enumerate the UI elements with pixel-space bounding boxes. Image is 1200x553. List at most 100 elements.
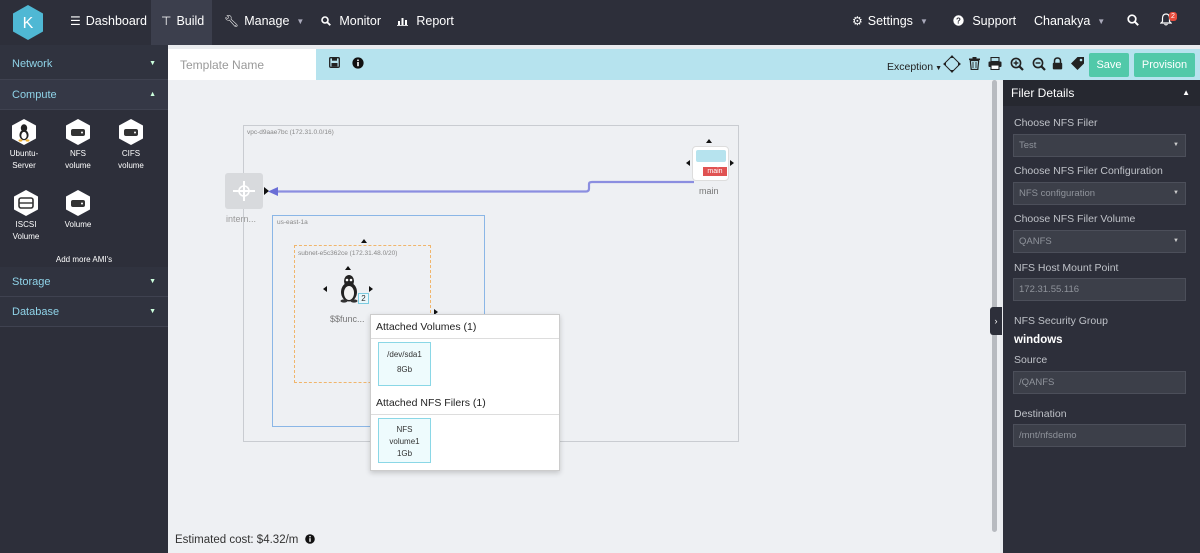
collapse-panel-toggle[interactable]: › bbox=[990, 307, 1002, 335]
nav-monitor[interactable]: Monitor bbox=[321, 0, 381, 45]
ami-cifs-volume[interactable]: CIFS volume bbox=[108, 118, 154, 172]
chevron-down-icon: ▼ bbox=[1097, 17, 1106, 26]
filer-volume-select[interactable]: QANFS ▼ bbox=[1013, 230, 1186, 253]
sidebar-section-label: Storage bbox=[12, 276, 51, 288]
arrow-up-handle[interactable] bbox=[361, 239, 367, 243]
connection-line[interactable] bbox=[268, 175, 698, 200]
arrow-left-handle[interactable] bbox=[323, 286, 327, 292]
svg-text:?: ? bbox=[956, 17, 961, 26]
arrow-up-handle[interactable] bbox=[345, 266, 351, 270]
attached-nfs-filers-title: Attached NFS Filers (1) bbox=[371, 391, 559, 415]
sidebar-section-database[interactable]: Database ▼ bbox=[0, 297, 168, 327]
internet-gateway-node[interactable] bbox=[225, 173, 263, 209]
nav-settings[interactable]: ⚙ Settings ▼ bbox=[852, 0, 928, 45]
nav-report-label: Report bbox=[416, 14, 454, 28]
save-icon[interactable] bbox=[329, 57, 340, 71]
sidebar-section-storage[interactable]: Storage ▼ bbox=[0, 267, 168, 297]
nav-manage-label: Manage bbox=[244, 14, 290, 28]
nav-manage[interactable]: 🔧︎ Manage ▼ bbox=[224, 0, 304, 45]
attached-filer-card[interactable]: NFS volume1 1Gb bbox=[378, 418, 431, 463]
ami-iscsi-volume[interactable]: ISCSI Volume bbox=[3, 189, 49, 243]
nav-support-label: Support bbox=[972, 14, 1017, 28]
nav-build[interactable]: ⊤ Build bbox=[151, 0, 212, 45]
canvas-scrollbar[interactable] bbox=[992, 80, 997, 532]
choose-filer-select[interactable]: Test ▼ bbox=[1013, 134, 1186, 157]
lock-icon[interactable] bbox=[1052, 57, 1063, 73]
nav-user-menu[interactable]: Chanakya ▼ bbox=[1034, 0, 1105, 45]
ami-label: volume bbox=[118, 161, 144, 170]
left-sidebar: Network ▼ Compute ▲ Ubuntu- Server NFS vol… bbox=[0, 45, 168, 553]
ami-ubuntu-server[interactable]: Ubuntu- Server bbox=[1, 118, 47, 172]
arrow-right-handle[interactable] bbox=[730, 160, 734, 166]
attached-volumes-title: Attached Volumes (1) bbox=[371, 315, 559, 339]
filer-size: 1Gb bbox=[396, 449, 413, 458]
fit-to-screen-icon[interactable] bbox=[943, 55, 961, 76]
instance-node[interactable]: 2 bbox=[331, 273, 369, 304]
main-node[interactable]: main bbox=[692, 146, 729, 181]
provision-button[interactable]: Provision bbox=[1134, 53, 1195, 77]
design-canvas[interactable]: vpc-d9aae7bc (172.31.0.0/16) intern... m… bbox=[168, 80, 1000, 553]
nav-build-label: Build bbox=[176, 14, 205, 28]
mount-point-field[interactable]: 172.31.55.116 bbox=[1013, 278, 1186, 301]
attached-volume-card[interactable]: /dev/sda1 8Gb bbox=[378, 342, 431, 386]
security-group-label: NFS Security Group bbox=[1014, 315, 1108, 327]
mount-point-label: NFS Host Mount Point bbox=[1014, 262, 1119, 274]
tag-icon[interactable] bbox=[1070, 56, 1085, 74]
nav-dashboard[interactable]: ☰ Dashboard bbox=[70, 0, 147, 45]
bar-chart-icon bbox=[397, 14, 411, 28]
disk-icon bbox=[118, 118, 144, 146]
source-value: /QANFS bbox=[1019, 377, 1055, 388]
builder-toolbar: Exception ▼ Save Provision bbox=[168, 49, 1200, 80]
user-name: Chanakya bbox=[1034, 14, 1091, 28]
filer-type: NFS bbox=[396, 425, 413, 434]
search-button[interactable] bbox=[1127, 0, 1139, 45]
destination-value: /mnt/nfsdemo bbox=[1019, 430, 1077, 441]
zoom-in-icon[interactable] bbox=[1010, 57, 1024, 74]
print-icon[interactable] bbox=[988, 56, 1002, 73]
caret-down-icon: ▼ bbox=[933, 65, 942, 72]
ami-label: Ubuntu- bbox=[9, 149, 39, 158]
sidebar-section-label: Compute bbox=[12, 89, 57, 101]
save-button[interactable]: Save bbox=[1089, 53, 1129, 77]
add-more-amis-link[interactable]: Add more AMI's bbox=[0, 255, 168, 264]
brand-logo[interactable]: K bbox=[12, 4, 44, 41]
gateway-icon bbox=[233, 181, 255, 201]
exception-dropdown[interactable]: Exception ▼ bbox=[887, 61, 942, 73]
source-input[interactable]: /QANFS bbox=[1013, 371, 1186, 394]
sidebar-section-label: Network bbox=[12, 58, 53, 70]
info-icon[interactable] bbox=[304, 534, 315, 544]
subnet-label: subnet-e5c362ce (172.31.48.0/20) bbox=[298, 250, 398, 257]
sidebar-section-compute[interactable]: Compute ▲ bbox=[0, 80, 168, 110]
volume-size: 8Gb bbox=[396, 365, 413, 374]
sidebar-section-network[interactable]: Network ▼ bbox=[0, 45, 168, 80]
mount-point-value: 172.31.55.116 bbox=[1019, 284, 1080, 295]
choose-filer-value: Test bbox=[1019, 140, 1037, 151]
search-icon bbox=[1127, 14, 1139, 26]
nav-support[interactable]: ? Support bbox=[953, 0, 1016, 45]
caret-down-icon: ▼ bbox=[1173, 142, 1179, 148]
arrow-up-handle[interactable] bbox=[706, 139, 712, 143]
filer-config-select[interactable]: NFS configuration ▼ bbox=[1013, 182, 1186, 205]
instance-details-popup: Attached Volumes (1) /dev/sda1 8Gb Attac… bbox=[370, 314, 560, 471]
destination-label: Destination bbox=[1014, 408, 1067, 420]
build-icon: ⊤ bbox=[161, 14, 172, 28]
info-icon[interactable] bbox=[352, 57, 364, 72]
ami-nfs-volume[interactable]: NFS volume bbox=[55, 118, 101, 172]
notifications-button[interactable]: 2 bbox=[1159, 0, 1178, 45]
panel-header[interactable]: Filer Details ▲ bbox=[1003, 80, 1200, 106]
nav-settings-label: Settings bbox=[867, 14, 913, 28]
zoom-out-icon[interactable] bbox=[1032, 57, 1046, 74]
delete-icon[interactable] bbox=[969, 57, 980, 73]
destination-input[interactable]: /mnt/nfsdemo bbox=[1013, 424, 1186, 447]
instance-count-badge: 2 bbox=[358, 293, 369, 304]
caret-down-icon: ▼ bbox=[1173, 190, 1179, 196]
caret-down-icon: ▼ bbox=[149, 60, 156, 67]
nav-monitor-label: Monitor bbox=[339, 14, 382, 28]
caret-down-icon: ▼ bbox=[149, 308, 156, 315]
ami-volume[interactable]: Volume bbox=[55, 189, 101, 231]
exception-label: Exception bbox=[887, 61, 934, 73]
arrow-left-handle[interactable] bbox=[686, 160, 690, 166]
nav-report[interactable]: Report bbox=[397, 0, 454, 45]
arrow-right-handle[interactable] bbox=[369, 286, 373, 292]
template-name-input[interactable] bbox=[168, 49, 316, 80]
